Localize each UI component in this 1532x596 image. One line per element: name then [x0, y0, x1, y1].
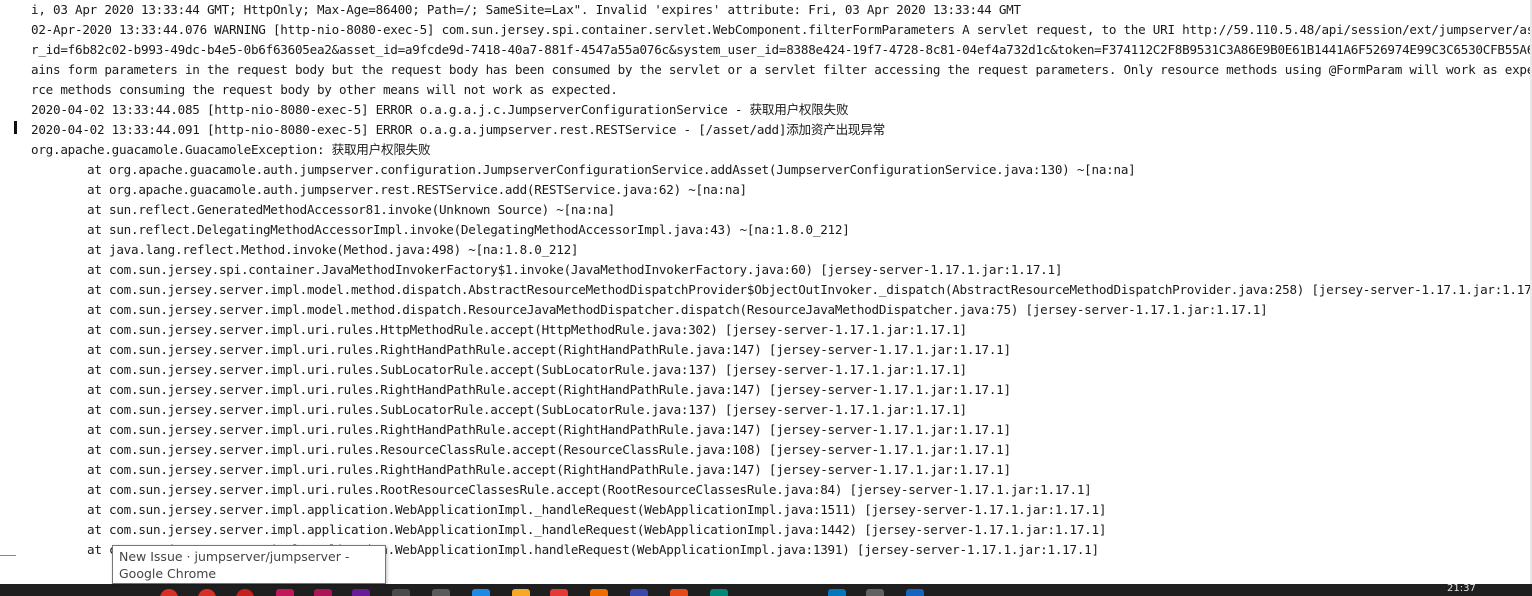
left-gutter	[0, 0, 16, 584]
chrome-icon[interactable]	[160, 589, 178, 596]
app-icon[interactable]	[866, 589, 884, 596]
terminal-window[interactable]: i, 03 Apr 2020 13:33:44 GMT; HttpOnly; M…	[0, 0, 1532, 584]
folder-icon[interactable]	[512, 589, 530, 596]
stack-frame: at com.sun.jersey.server.impl.uri.rules.…	[87, 402, 967, 417]
stack-frame: at sun.reflect.GeneratedMethodAccessor81…	[87, 202, 615, 217]
text-cursor	[14, 121, 17, 134]
app-icon[interactable]	[710, 589, 728, 596]
app-icon[interactable]	[630, 589, 648, 596]
log-line: 02-Apr-2020 13:33:44.076 WARNING [http-n…	[31, 22, 1532, 37]
app-icon[interactable]	[432, 589, 450, 596]
stack-frame: at org.apache.guacamole.auth.jumpserver.…	[87, 182, 747, 197]
app-icon[interactable]	[590, 589, 608, 596]
taskbar: 21:37	[0, 584, 1532, 596]
stack-frame: at sun.reflect.DelegatingMethodAccessorI…	[87, 222, 850, 237]
stack-frame: at com.sun.jersey.spi.container.JavaMeth…	[87, 262, 1063, 277]
exception-header: org.apache.guacamole.GuacamoleException:…	[31, 142, 431, 157]
gutter-divider	[0, 555, 16, 556]
stack-frame: at java.lang.reflect.Method.invoke(Metho…	[87, 242, 579, 257]
taskbar-clock[interactable]: 21:37	[1447, 584, 1476, 594]
stack-frame: at com.sun.jersey.server.impl.model.meth…	[87, 282, 1532, 297]
app-icon[interactable]	[670, 589, 688, 596]
log-line-error: 2020-04-02 13:33:44.091 [http-nio-8080-e…	[31, 122, 885, 137]
taskbar-tooltip: New Issue · jumpserver/jumpserver - Goog…	[112, 545, 386, 584]
stack-frame: at com.sun.jersey.server.impl.uri.rules.…	[87, 322, 967, 337]
console-log[interactable]: i, 03 Apr 2020 13:33:44 GMT; HttpOnly; M…	[31, 0, 1532, 560]
log-line: i, 03 Apr 2020 13:33:44 GMT; HttpOnly; M…	[31, 2, 1021, 17]
log-line: ains form parameters in the request body…	[31, 62, 1532, 77]
app-icon[interactable]	[550, 589, 568, 596]
app-icon[interactable]	[352, 589, 370, 596]
stack-frame: at org.apache.guacamole.auth.jumpserver.…	[87, 162, 1136, 177]
chrome-icon[interactable]	[198, 589, 216, 596]
log-line: r_id=f6b82c02-b993-49dc-b4e5-0b6f63605ea…	[31, 42, 1532, 57]
log-line-error: 2020-04-02 13:33:44.085 [http-nio-8080-e…	[31, 102, 849, 117]
stack-frame: at com.sun.jersey.server.impl.uri.rules.…	[87, 362, 967, 377]
stack-frame: at com.sun.jersey.server.impl.uri.rules.…	[87, 342, 1011, 357]
app-icon[interactable]	[276, 589, 294, 596]
chrome-icon[interactable]	[236, 589, 254, 596]
app-icon[interactable]	[392, 589, 410, 596]
stack-frame: at com.sun.jersey.server.impl.uri.rules.…	[87, 482, 1092, 497]
log-line: rce methods consuming the request body b…	[31, 82, 618, 97]
stack-frame: at com.sun.jersey.server.impl.model.meth…	[87, 302, 1268, 317]
app-icon[interactable]	[828, 589, 846, 596]
app-icon[interactable]	[906, 589, 924, 596]
stack-frame: at com.sun.jersey.server.impl.applicatio…	[87, 522, 1107, 537]
stack-frame: at com.sun.jersey.server.impl.uri.rules.…	[87, 442, 1011, 457]
stack-frame: at com.sun.jersey.server.impl.uri.rules.…	[87, 382, 1011, 397]
stack-frame: at com.sun.jersey.server.impl.applicatio…	[87, 502, 1107, 517]
stack-frame: at com.sun.jersey.server.impl.uri.rules.…	[87, 422, 1011, 437]
stack-frame: at com.sun.jersey.server.impl.uri.rules.…	[87, 462, 1011, 477]
app-icon[interactable]	[314, 589, 332, 596]
app-icon[interactable]	[472, 589, 490, 596]
